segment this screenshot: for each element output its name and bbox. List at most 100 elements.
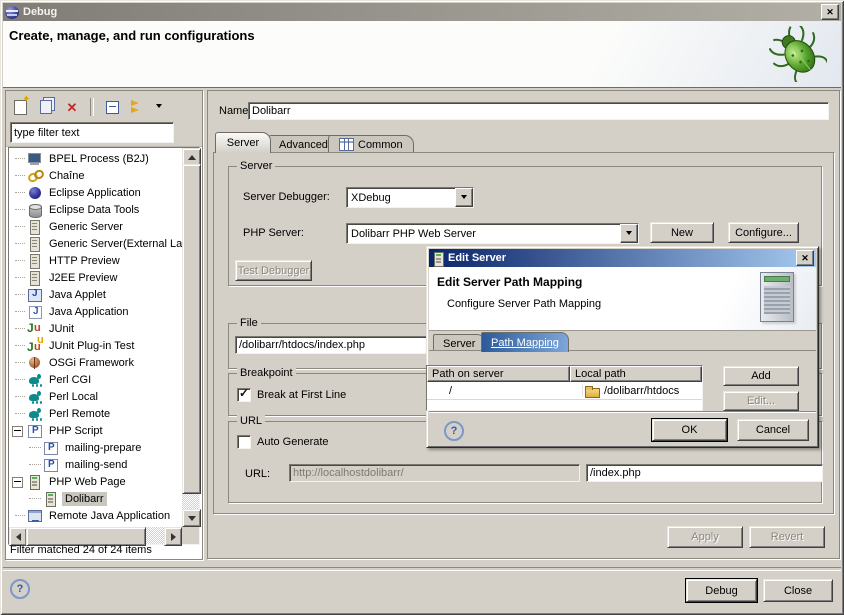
tree-item-php-script[interactable]: PHP Script xyxy=(9,422,182,439)
tree-item-label: Chaîne xyxy=(46,169,87,183)
eclipse-app-icon xyxy=(27,185,43,201)
tree-item-eclipse-application[interactable]: Eclipse Application xyxy=(9,184,182,201)
auto-generate-label: Auto Generate xyxy=(257,436,329,448)
apply-button[interactable]: Apply xyxy=(667,526,743,548)
tree-item-j2ee-preview[interactable]: J2EE Preview xyxy=(9,269,182,286)
table-icon xyxy=(339,138,354,151)
window-titlebar: Debug ✕ xyxy=(3,3,841,21)
auto-generate-checkbox[interactable]: ✓ xyxy=(237,435,251,449)
bpel-process-icon xyxy=(27,151,43,167)
filter-input[interactable] xyxy=(10,122,174,143)
window-title: Debug xyxy=(23,6,57,18)
perl-icon xyxy=(27,406,43,422)
tree-item-php-web-page[interactable]: PHP Web Page xyxy=(9,473,182,490)
server-debugger-select[interactable]: XDebug xyxy=(346,187,474,208)
tree-item-http-preview[interactable]: HTTP Preview xyxy=(9,252,182,269)
duplicate-configuration-icon[interactable] xyxy=(36,97,56,117)
dialog-title: Edit Server xyxy=(448,252,506,264)
tree-item-label: HTTP Preview xyxy=(46,254,123,268)
dialog-close-icon[interactable]: ✕ xyxy=(796,250,814,266)
tree-item-junit[interactable]: JUnit xyxy=(9,320,182,337)
tree-item-perl-remote[interactable]: Perl Remote xyxy=(9,405,182,422)
database-icon xyxy=(27,202,43,218)
column-header-local-path[interactable]: Local path xyxy=(570,366,702,382)
dialog-footer: ? OK Cancel xyxy=(429,411,816,445)
tree-item-label: J2EE Preview xyxy=(46,271,120,285)
toolbar-menu-chevron-icon[interactable] xyxy=(154,97,164,117)
tree-item-label: BPEL Process (B2J) xyxy=(46,152,152,166)
server-icon xyxy=(431,251,444,266)
new-server-button[interactable]: New xyxy=(650,222,714,243)
tab-common[interactable]: Common xyxy=(328,135,414,153)
config-tree-rows: BPEL Process (B2J) ChaîneEclipse Applicat… xyxy=(9,150,182,527)
configuration-name-input[interactable] xyxy=(248,102,829,120)
tree-item-dolibarr[interactable]: Dolibarr xyxy=(9,490,182,507)
server-icon xyxy=(27,270,43,286)
php-server-select[interactable]: Dolibarr PHP Web Server xyxy=(346,223,639,244)
url-base-input[interactable] xyxy=(289,464,580,482)
collapse-expander-icon[interactable] xyxy=(12,426,23,437)
tree-vertical-scrollbar[interactable] xyxy=(182,148,199,527)
tree-item-java-applet[interactable]: Java Applet xyxy=(9,286,182,303)
tree-item-perl-local[interactable]: Perl Local xyxy=(9,388,182,405)
tree-item-junit-plug-in-test[interactable]: JUnit Plug-in Test xyxy=(9,337,182,354)
chevron-down-icon[interactable] xyxy=(455,188,473,207)
dialog-help-icon[interactable]: ? xyxy=(444,421,464,441)
perl-icon xyxy=(27,389,43,405)
scroll-down-icon[interactable] xyxy=(182,509,201,527)
add-mapping-button[interactable]: Add xyxy=(723,366,799,386)
tree-item-label: Dolibarr xyxy=(62,492,107,506)
scroll-right-icon[interactable] xyxy=(164,527,182,546)
delete-configuration-icon[interactable]: ✕ xyxy=(62,97,82,117)
banner: Create, manage, and run configurations xyxy=(3,21,841,88)
window-close-icon[interactable]: ✕ xyxy=(821,4,839,20)
tree-item-mailing-prepare[interactable]: mailing-prepare xyxy=(9,439,182,456)
dialog-header: Edit Server Path Mapping Configure Serve… xyxy=(429,267,816,331)
chevron-down-icon[interactable] xyxy=(620,224,638,243)
tree-item-bpel-process-b2j[interactable]: BPEL Process (B2J) xyxy=(9,150,182,167)
collapse-all-icon[interactable] xyxy=(102,97,122,117)
tab-server[interactable]: Server xyxy=(215,132,271,153)
revert-button[interactable]: Revert xyxy=(749,526,825,548)
tree-horizontal-scrollbar[interactable] xyxy=(9,527,182,544)
tree-item-java-application[interactable]: Java Application xyxy=(9,303,182,320)
break-first-line-checkbox[interactable]: ✓ xyxy=(237,388,251,402)
ok-button[interactable]: OK xyxy=(652,419,727,441)
php-icon xyxy=(43,440,59,456)
tree-item-mailing-send[interactable]: mailing-send xyxy=(9,456,182,473)
tree-item-perl-cgi[interactable]: Perl CGI xyxy=(9,371,182,388)
configure-server-button[interactable]: Configure... xyxy=(728,222,799,243)
filter-icon[interactable] xyxy=(128,97,148,117)
dialog-tab-path-mapping[interactable]: Path Mapping xyxy=(481,332,569,352)
server-icon xyxy=(27,236,43,252)
dialog-titlebar: Edit Server ✕ xyxy=(429,249,816,267)
php-server-icon xyxy=(43,491,59,507)
new-configuration-icon[interactable] xyxy=(10,97,30,117)
help-icon[interactable]: ? xyxy=(10,579,30,599)
tree-item-label: PHP Script xyxy=(46,424,106,438)
folder-icon xyxy=(585,385,600,397)
column-header-path-on-server[interactable]: Path on server xyxy=(427,366,570,382)
server-image-icon xyxy=(760,272,794,322)
debug-button[interactable]: Debug xyxy=(686,579,757,602)
php-server-icon xyxy=(27,474,43,490)
tree-item-cha-ne[interactable]: Chaîne xyxy=(9,167,182,184)
vertical-scroll-thumb[interactable] xyxy=(182,164,201,494)
server-debugger-label: Server Debugger: xyxy=(243,191,330,203)
path-mapping-rows: //dolibarr/htdocs xyxy=(427,382,702,400)
table-row[interactable]: //dolibarr/htdocs xyxy=(427,382,702,400)
tree-item-remote-java-application[interactable]: Remote Java Application xyxy=(9,507,182,524)
collapse-expander-icon[interactable] xyxy=(12,477,23,488)
cancel-button[interactable]: Cancel xyxy=(737,419,809,441)
url-path-input[interactable] xyxy=(586,464,823,482)
tree-item-generic-server-external-la[interactable]: Generic Server(External La xyxy=(9,235,182,252)
tree-item-osgi-framework[interactable]: OSGi Framework xyxy=(9,354,182,371)
java-app-icon xyxy=(27,304,43,320)
config-type-panel: ✕ BPEL Process (B2J) ChaîneEclipse Applic… xyxy=(5,90,203,560)
close-button[interactable]: Close xyxy=(763,579,833,602)
tree-item-label: Perl Remote xyxy=(46,407,113,421)
test-debugger-button[interactable]: Test Debugger xyxy=(235,260,312,281)
tree-item-eclipse-data-tools[interactable]: Eclipse Data Tools xyxy=(9,201,182,218)
tree-item-generic-server[interactable]: Generic Server xyxy=(9,218,182,235)
edit-mapping-button[interactable]: Edit... xyxy=(723,391,799,411)
